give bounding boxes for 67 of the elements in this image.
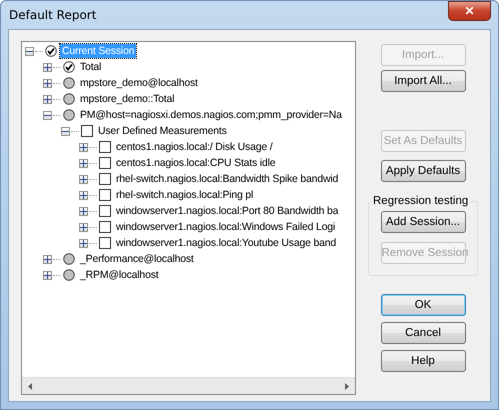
plus-icon — [80, 144, 87, 150]
expand-toggle[interactable] — [79, 142, 88, 152]
dialog-button[interactable]: OK — [380, 294, 466, 316]
dialog-button[interactable]: Help — [380, 350, 466, 372]
circle-icon[interactable] — [63, 109, 75, 121]
expand-toggle[interactable] — [43, 94, 52, 104]
circle-icon[interactable] — [63, 77, 75, 89]
checkbox[interactable] — [99, 221, 111, 233]
side-button[interactable]: Import All... — [380, 70, 466, 92]
expand-toggle[interactable] — [79, 158, 88, 168]
expand-toggle[interactable] — [43, 254, 52, 264]
group-title: Regression testing — [372, 195, 470, 207]
horizontal-scrollbar[interactable] — [22, 377, 355, 394]
session-tree[interactable] — [21, 41, 356, 395]
tree-item[interactable]: windowserver1.nagios.local:Port 80 Bandwidth ba — [114, 204, 340, 218]
expand-toggle[interactable] — [43, 78, 52, 88]
plus-icon — [44, 272, 51, 278]
close-button[interactable]: ✕ — [448, 0, 491, 20]
collapse-toggle[interactable] — [61, 126, 70, 136]
side-button[interactable]: Apply Defaults — [380, 160, 466, 182]
tree-item[interactable]: mpstore_demo@localhost — [78, 76, 200, 90]
plus-icon — [44, 80, 51, 86]
tree-item[interactable]: centos1.nagios.local:/ Disk Usage / — [114, 140, 274, 154]
checkbox[interactable] — [81, 125, 93, 137]
checkbox[interactable] — [99, 173, 111, 185]
expand-toggle[interactable] — [79, 174, 88, 184]
plus-icon — [80, 192, 87, 198]
plus-icon — [80, 176, 87, 182]
session-button[interactable]: Add Session... — [380, 211, 466, 233]
plus-icon — [80, 160, 87, 166]
tree-item[interactable]: mpstore_demo::Total — [78, 92, 176, 106]
circle-icon[interactable] — [63, 93, 75, 105]
checkbox[interactable] — [99, 205, 111, 217]
expand-toggle[interactable] — [43, 62, 52, 72]
collapse-toggle[interactable] — [43, 110, 52, 120]
tree-item[interactable]: _Performance@localhost — [78, 252, 196, 266]
checked-circle-icon[interactable] — [63, 61, 75, 73]
expand-toggle[interactable] — [79, 222, 88, 232]
checkbox[interactable] — [99, 141, 111, 153]
tree-item[interactable]: PM@host=nagiosxi.demos.nagios.com;pmm_provider=Na — [78, 108, 344, 122]
tree-item[interactable]: rhel-switch.nagios.local:Ping pl — [114, 188, 256, 202]
circle-icon[interactable] — [63, 253, 75, 265]
window-title: Default Report — [8, 8, 96, 22]
tree-item[interactable]: rhel-switch.nagios.local:Bandwidth Spike bandwid — [114, 172, 340, 186]
tree-item[interactable]: User Defined Measurements — [96, 124, 229, 138]
checkbox[interactable] — [99, 189, 111, 201]
tree-item[interactable]: _RPM@localhost — [78, 268, 160, 282]
expand-toggle[interactable] — [43, 270, 52, 280]
plus-icon — [44, 64, 51, 70]
expand-toggle[interactable] — [79, 206, 88, 216]
plus-icon — [80, 240, 87, 246]
plus-icon — [44, 256, 51, 262]
tree-item[interactable]: windowserver1.nagios.local:Youtube Usage band — [114, 236, 338, 250]
expand-toggle[interactable] — [79, 190, 88, 200]
plus-icon — [80, 208, 87, 214]
tree-item[interactable]: windowserver1.nagios.local:Windows Failed Logi — [114, 220, 337, 234]
checkbox[interactable] — [99, 157, 111, 169]
checked-circle-icon[interactable] — [45, 45, 57, 57]
collapse-toggle[interactable] — [25, 46, 34, 56]
dialog-button[interactable]: Cancel — [380, 322, 466, 344]
tree-item[interactable]: Total — [78, 60, 104, 74]
expand-toggle[interactable] — [79, 238, 88, 248]
plus-icon — [80, 224, 87, 230]
plus-icon — [44, 96, 51, 102]
circle-icon[interactable] — [63, 269, 75, 281]
tree-item[interactable]: centos1.nagios.local:CPU Stats idle — [114, 156, 278, 170]
checkbox[interactable] — [99, 237, 111, 249]
